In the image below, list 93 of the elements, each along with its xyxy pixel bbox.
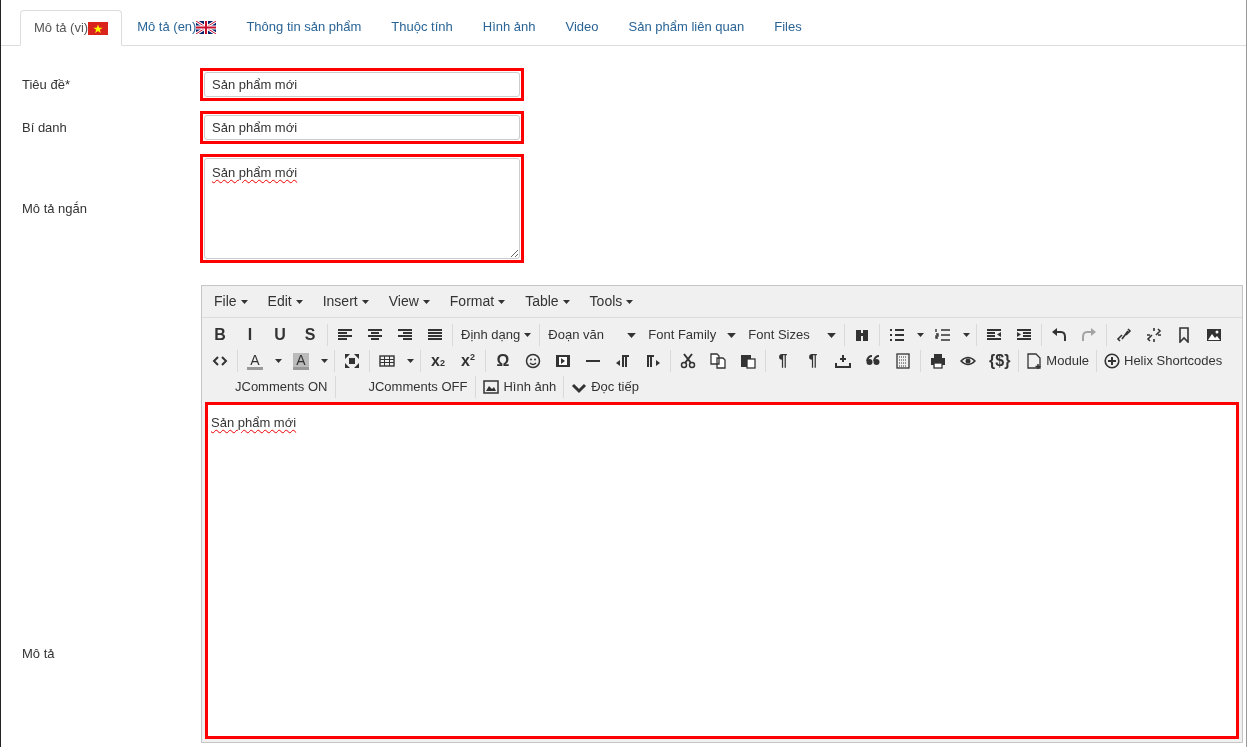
input-field[interactable]: Sản phẩm mới xyxy=(204,115,520,140)
uk-flag-icon xyxy=(196,20,217,34)
toolbar-button[interactable]: JComments OFF xyxy=(338,375,474,399)
select-dropdown[interactable]: Đoạn văn xyxy=(542,323,643,347)
image-icon xyxy=(483,379,500,395)
caret-icon xyxy=(422,299,430,304)
field-label: Tiêu đề* xyxy=(21,75,71,94)
caret-icon xyxy=(274,359,282,363)
caret-icon xyxy=(320,359,328,363)
smiley-icon xyxy=(525,353,541,369)
tab[interactable]: Sản phẩm liên quan xyxy=(613,9,760,45)
clipboard-icon xyxy=(740,353,756,369)
caret-icon xyxy=(827,332,837,338)
fullscreen-icon xyxy=(344,353,360,369)
menu-item[interactable]: Format xyxy=(439,288,516,315)
toolbar-button[interactable]: Hình ảnh xyxy=(478,375,562,399)
toolbar-button[interactable]: B xyxy=(205,323,235,347)
toolbar-button[interactable]: A xyxy=(286,349,316,373)
textarea-field[interactable]: Sản phẩm mới xyxy=(204,158,520,259)
toolbar-button[interactable]: Đọc tiếp xyxy=(566,375,644,399)
search-icon xyxy=(854,327,871,343)
tab[interactable]: Hình ảnh xyxy=(467,9,551,45)
caret-icon xyxy=(406,359,414,363)
align-justify-icon xyxy=(427,327,443,343)
numbered-list-icon xyxy=(935,327,952,343)
toolbar-button[interactable]: A xyxy=(240,349,270,373)
toolbar-button[interactable]: ¶ xyxy=(798,349,828,373)
caret-icon xyxy=(295,299,303,304)
editor-content-area[interactable]: Sản phẩm mới xyxy=(205,402,1239,739)
vietnam-flag-icon xyxy=(88,21,109,35)
menu-item[interactable]: File xyxy=(204,288,258,315)
undo-icon xyxy=(1051,327,1068,343)
scissors-icon xyxy=(680,353,696,369)
editor-text: Sản phẩm mới xyxy=(211,415,297,430)
align-right-icon xyxy=(397,327,413,343)
tab[interactable]: Video xyxy=(550,9,614,45)
film-icon xyxy=(555,353,571,369)
copy-icon xyxy=(710,353,726,369)
bullet-list-icon xyxy=(889,327,906,343)
menu-item[interactable]: View xyxy=(378,288,440,315)
toolbar-button[interactable]: U xyxy=(265,323,295,347)
select-dropdown[interactable]: Font Sizes xyxy=(742,323,843,347)
caret-icon xyxy=(916,333,924,337)
dropdown-button[interactable]: Định dạng xyxy=(455,323,538,347)
menu-item[interactable]: Table xyxy=(515,288,580,315)
menu-item[interactable]: Edit xyxy=(257,288,313,315)
toolbar-button[interactable]: x$^{2}$ xyxy=(453,349,483,373)
toolbar-button[interactable]: Helix Shortcodes xyxy=(1099,349,1228,373)
align-left-icon xyxy=(337,327,353,343)
toolbar-button[interactable]: {$} xyxy=(983,349,1017,373)
toolbar-button[interactable]: JComments ON xyxy=(205,375,334,399)
tab[interactable]: Thông tin sản phẩm xyxy=(231,9,377,45)
field-label: Mô tả xyxy=(22,644,56,663)
select-dropdown[interactable]: Font Family xyxy=(642,323,743,347)
link-icon xyxy=(1116,327,1133,343)
tab[interactable]: Files xyxy=(759,9,817,45)
tab[interactable]: Mô tả (en) xyxy=(122,9,232,45)
grid-frame-icon xyxy=(895,353,911,369)
field-label: Mô tả ngắn xyxy=(21,199,89,218)
indent-icon xyxy=(1016,327,1033,343)
caret-icon xyxy=(626,299,634,304)
caret-icon xyxy=(361,299,369,304)
table-icon xyxy=(379,353,395,369)
redo-icon xyxy=(1081,327,1098,343)
toolbar-button[interactable]: Module xyxy=(1021,349,1094,373)
print-icon xyxy=(930,353,946,369)
document-plus-icon xyxy=(1026,353,1043,369)
caret-icon xyxy=(524,333,532,337)
tray-plus-icon xyxy=(835,353,851,369)
caret-icon xyxy=(562,299,570,304)
tab[interactable]: Thuộc tính xyxy=(376,9,468,45)
caret-icon xyxy=(962,333,970,337)
caret-icon xyxy=(627,332,637,338)
input-field[interactable]: Sản phẩm mới xyxy=(204,72,520,97)
toolbar-button[interactable]: Ω xyxy=(488,349,518,373)
toolbar-button[interactable]: ¶ xyxy=(768,349,798,373)
align-center-icon xyxy=(367,327,383,343)
plus-circle-icon xyxy=(1104,353,1120,369)
pilcrow-arrow-icon xyxy=(615,353,631,369)
outdent-icon xyxy=(986,327,1003,343)
caret-icon xyxy=(240,299,248,304)
caret-icon xyxy=(498,299,506,304)
unlink-icon xyxy=(1146,327,1163,343)
menu-item[interactable]: Tools xyxy=(579,288,644,315)
horizontal-line-icon xyxy=(586,360,600,362)
menu-item[interactable]: Insert xyxy=(312,288,379,315)
caret-icon xyxy=(727,332,737,338)
toolbar-button[interactable]: I xyxy=(235,323,265,347)
image-icon xyxy=(1206,327,1223,343)
pilcrow-arrow-icon xyxy=(645,353,661,369)
field-label: Bí danh xyxy=(21,118,68,137)
toolbar-button[interactable]: S xyxy=(295,323,325,347)
tab[interactable]: Mô tả (vi) xyxy=(20,10,123,46)
